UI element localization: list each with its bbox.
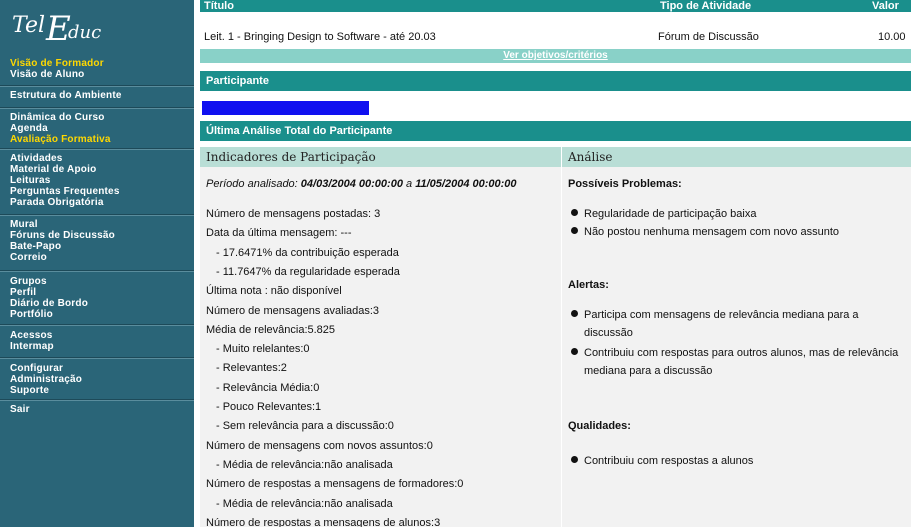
indicator-subline: - Média de relevância:não analisada bbox=[216, 497, 393, 510]
indicator-line: Média de relevância:5.825 bbox=[206, 323, 336, 336]
activity-row: Leit. 1 - Bringing Design to Software - … bbox=[200, 29, 911, 49]
sidebar-item-intermap[interactable]: Intermap bbox=[10, 341, 190, 352]
period-line: Período analisado: 04/03/2004 00:00:00 a… bbox=[206, 177, 517, 191]
activity-table-header: Título Tipo de Atividade Valor bbox=[200, 0, 911, 12]
menu-group: Atividades Material de Apoio Leituras Pergu… bbox=[10, 153, 190, 208]
indicator-subline: - Muito relelantes:0 bbox=[216, 343, 310, 356]
indicator-subline: - Média de relevância:não analisada bbox=[216, 458, 393, 471]
menu-group: Grupos Perfil Diário de Bordo Portfólio bbox=[10, 276, 190, 320]
activity-value: 10.00 bbox=[878, 31, 906, 43]
indicator-subline: - Relevantes:2 bbox=[216, 362, 287, 375]
period-start: 04/03/2004 00:00:00 bbox=[300, 178, 403, 190]
indicator-line: Número de mensagens avaliadas:3 bbox=[206, 304, 380, 317]
sidebar-item-foruns-de-discussao[interactable]: Fóruns de Discussão bbox=[10, 230, 190, 241]
sidebar-item-acessos[interactable]: Acessos bbox=[10, 330, 190, 341]
menu-divider bbox=[0, 214, 194, 216]
analysis-header: Análise bbox=[561, 147, 911, 167]
sidebar-item-visao-de-aluno[interactable]: Visão de Aluno bbox=[10, 69, 190, 80]
indicator-line: Última nota : não disponível bbox=[206, 285, 342, 298]
menu-divider bbox=[0, 148, 194, 150]
participant-header: Participante bbox=[200, 71, 911, 91]
indicators-panel: Período analisado: 04/03/2004 00:00:00 a… bbox=[200, 167, 561, 527]
bullet-icon bbox=[571, 209, 578, 216]
menu-group: Visão de Formador Visão de Aluno bbox=[10, 58, 190, 80]
indicator-line: Número de mensagens postadas: 3 bbox=[206, 208, 381, 220]
sidebar: Tel E duc Visão de Formador Visão de Alun… bbox=[0, 0, 194, 527]
problem-item: Regularidade de participação baixa bbox=[571, 205, 904, 223]
activity-title: Leit. 1 - Bringing Design to Software - … bbox=[204, 31, 436, 43]
sidebar-item-parada-obrigatoria[interactable]: Parada Obrigatória bbox=[10, 197, 190, 208]
sidebar-item-estrutura-do-ambiente[interactable]: Estrutura do Ambiente bbox=[10, 90, 190, 101]
sidebar-item-leituras[interactable]: Leituras bbox=[10, 175, 190, 186]
sidebar-item-perfil[interactable]: Perfil bbox=[10, 287, 190, 298]
sidebar-item-correio[interactable]: Correio bbox=[10, 252, 190, 263]
sidebar-item-atividades[interactable]: Atividades bbox=[10, 153, 190, 164]
menu-divider bbox=[0, 357, 194, 359]
problem-item: Não postou nenhuma mensagem com novo ass… bbox=[571, 223, 904, 241]
sidebar-item-suporte[interactable]: Suporte bbox=[10, 385, 190, 396]
bullet-icon bbox=[571, 227, 578, 234]
alerts-title: Alertas: bbox=[568, 279, 609, 291]
activity-type: Fórum de Discussão bbox=[658, 31, 759, 43]
sidebar-item-visao-de-formador[interactable]: Visão de Formador bbox=[10, 58, 190, 69]
logo-tel: Tel bbox=[12, 13, 45, 38]
menu-divider bbox=[0, 324, 194, 326]
menu-group: Configurar Administração Suporte bbox=[10, 363, 190, 396]
menu-group: Sair bbox=[10, 404, 190, 415]
indicators-header: Indicadores de Participação bbox=[200, 147, 561, 167]
menu-divider bbox=[0, 270, 194, 272]
menu-group: Mural Fóruns de Discussão Bate-Papo Correio bbox=[10, 219, 190, 263]
sidebar-item-dinamica-do-curso[interactable]: Dinâmica do Curso bbox=[10, 112, 190, 123]
main-content: Título Tipo de Atividade Valor Leit. 1 -… bbox=[200, 0, 911, 527]
sidebar-item-perguntas-frequentes[interactable]: Perguntas Frequentes bbox=[10, 186, 190, 197]
last-analysis-header: Última Análise Total do Participante bbox=[200, 121, 911, 141]
indicator-subline: - Relevância Média:0 bbox=[216, 381, 320, 394]
view-objectives-link[interactable]: Ver objetivos/critérios bbox=[200, 49, 911, 63]
sidebar-item-sair[interactable]: Sair bbox=[10, 404, 190, 415]
menu-group: Estrutura do Ambiente bbox=[10, 90, 190, 101]
teleduc-logo[interactable]: Tel E duc bbox=[10, 6, 130, 46]
menu-divider bbox=[0, 85, 194, 87]
problems-title: Possíveis Problemas: bbox=[568, 178, 682, 190]
sidebar-item-mural[interactable]: Mural bbox=[10, 219, 190, 230]
sidebar-item-avaliacao-formativa[interactable]: Avaliação Formativa bbox=[10, 134, 190, 145]
alert-item: Participa com mensagens de relevância me… bbox=[571, 306, 904, 342]
menu-group: Dinâmica do Curso Agenda Avaliação Formati… bbox=[10, 112, 190, 145]
sidebar-item-bate-papo[interactable]: Bate-Papo bbox=[10, 241, 190, 252]
period-label: Período analisado: bbox=[206, 178, 298, 190]
indicator-line: Número de respostas a mensagens de aluno… bbox=[206, 516, 441, 527]
col-title-header: Título bbox=[204, 0, 234, 12]
period-connector: a bbox=[406, 178, 413, 190]
period-end: 11/05/2004 00:00:00 bbox=[415, 178, 517, 190]
indicator-subline: - 11.7647% da regularidade esperada bbox=[216, 265, 400, 278]
sidebar-item-portfolio[interactable]: Portfólio bbox=[10, 309, 190, 320]
indicator-line: Número de respostas a mensagens de forma… bbox=[206, 478, 464, 491]
sidebar-item-administracao[interactable]: Administração bbox=[10, 374, 190, 385]
quality-item: Contribuiu com respostas a alunos bbox=[571, 452, 904, 470]
indicator-line: Data da última mensagem: --- bbox=[206, 227, 352, 240]
col-type-header: Tipo de Atividade bbox=[660, 0, 752, 12]
col-value-header: Valor bbox=[872, 0, 899, 12]
menu-group: Acessos Intermap bbox=[10, 330, 190, 352]
analysis-panel: Possíveis Problemas: Regularidade de par… bbox=[561, 167, 911, 527]
sidebar-item-grupos[interactable]: Grupos bbox=[10, 276, 190, 287]
bullet-icon bbox=[571, 456, 578, 463]
menu-divider bbox=[0, 399, 194, 401]
qualities-title: Qualidades: bbox=[568, 420, 631, 432]
bullet-icon bbox=[571, 348, 578, 355]
alert-item: Contribuiu com respostas para outros alu… bbox=[571, 344, 904, 380]
bullet-icon bbox=[571, 310, 578, 317]
sidebar-item-agenda[interactable]: Agenda bbox=[10, 123, 190, 134]
indicator-line: Número de mensagens com novos assuntos:0 bbox=[206, 439, 433, 452]
indicator-subline: - 17.6471% da contribuição esperada bbox=[216, 246, 399, 259]
indicator-subline: - Sem relevância para a discussão:0 bbox=[216, 420, 394, 433]
logo-duc: duc bbox=[68, 22, 101, 43]
menu-divider bbox=[0, 107, 194, 109]
participant-name-selection[interactable] bbox=[202, 101, 369, 115]
sidebar-item-diario-de-bordo[interactable]: Diário de Bordo bbox=[10, 298, 190, 309]
sidebar-item-material-de-apoio[interactable]: Material de Apoio bbox=[10, 164, 190, 175]
sidebar-item-configurar[interactable]: Configurar bbox=[10, 363, 190, 374]
indicator-subline: - Pouco Relevantes:1 bbox=[216, 401, 322, 413]
